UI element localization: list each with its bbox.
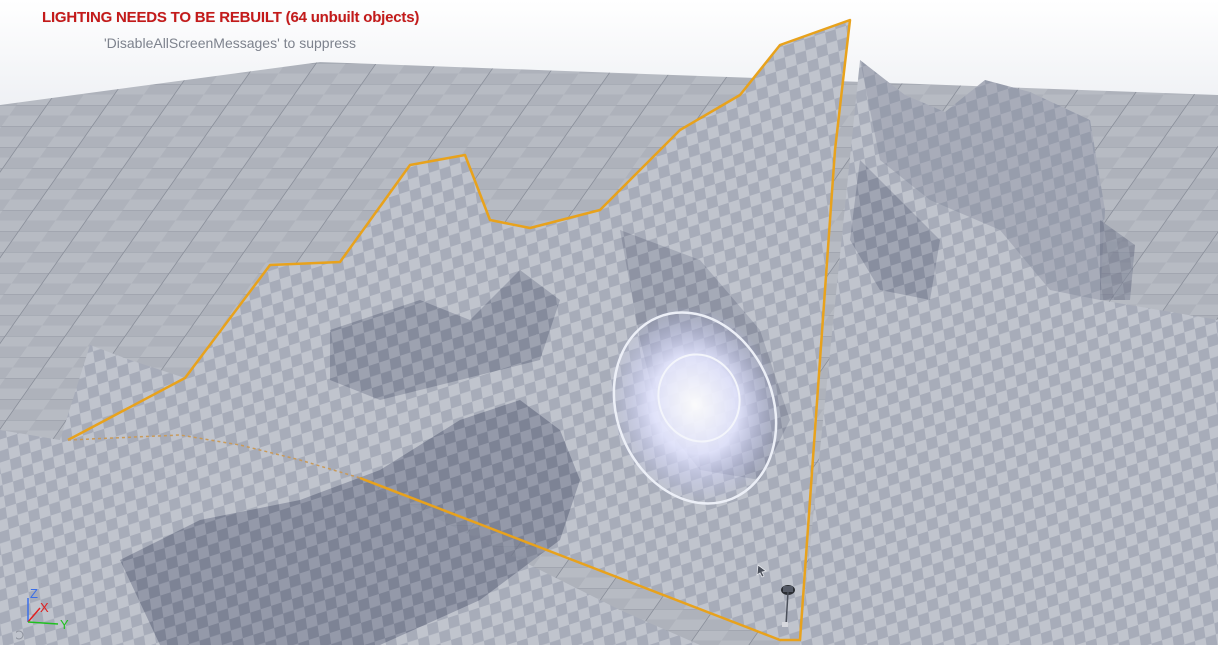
suppress-hint: 'DisableAllScreenMessages' to suppress — [104, 35, 357, 51]
axis-gizmo: Z X Y — [14, 584, 76, 642]
axis-z-label: Z — [30, 586, 38, 601]
axis-y-label: Y — [60, 617, 69, 632]
axis-x-label: X — [40, 600, 49, 615]
landscape-scene[interactable] — [0, 0, 1218, 645]
level-viewport[interactable]: LIGHTING NEEDS TO BE REBUILT (64 unbuilt… — [0, 0, 1218, 645]
lighting-warning: LIGHTING NEEDS TO BE REBUILT (64 unbuilt… — [42, 9, 420, 26]
